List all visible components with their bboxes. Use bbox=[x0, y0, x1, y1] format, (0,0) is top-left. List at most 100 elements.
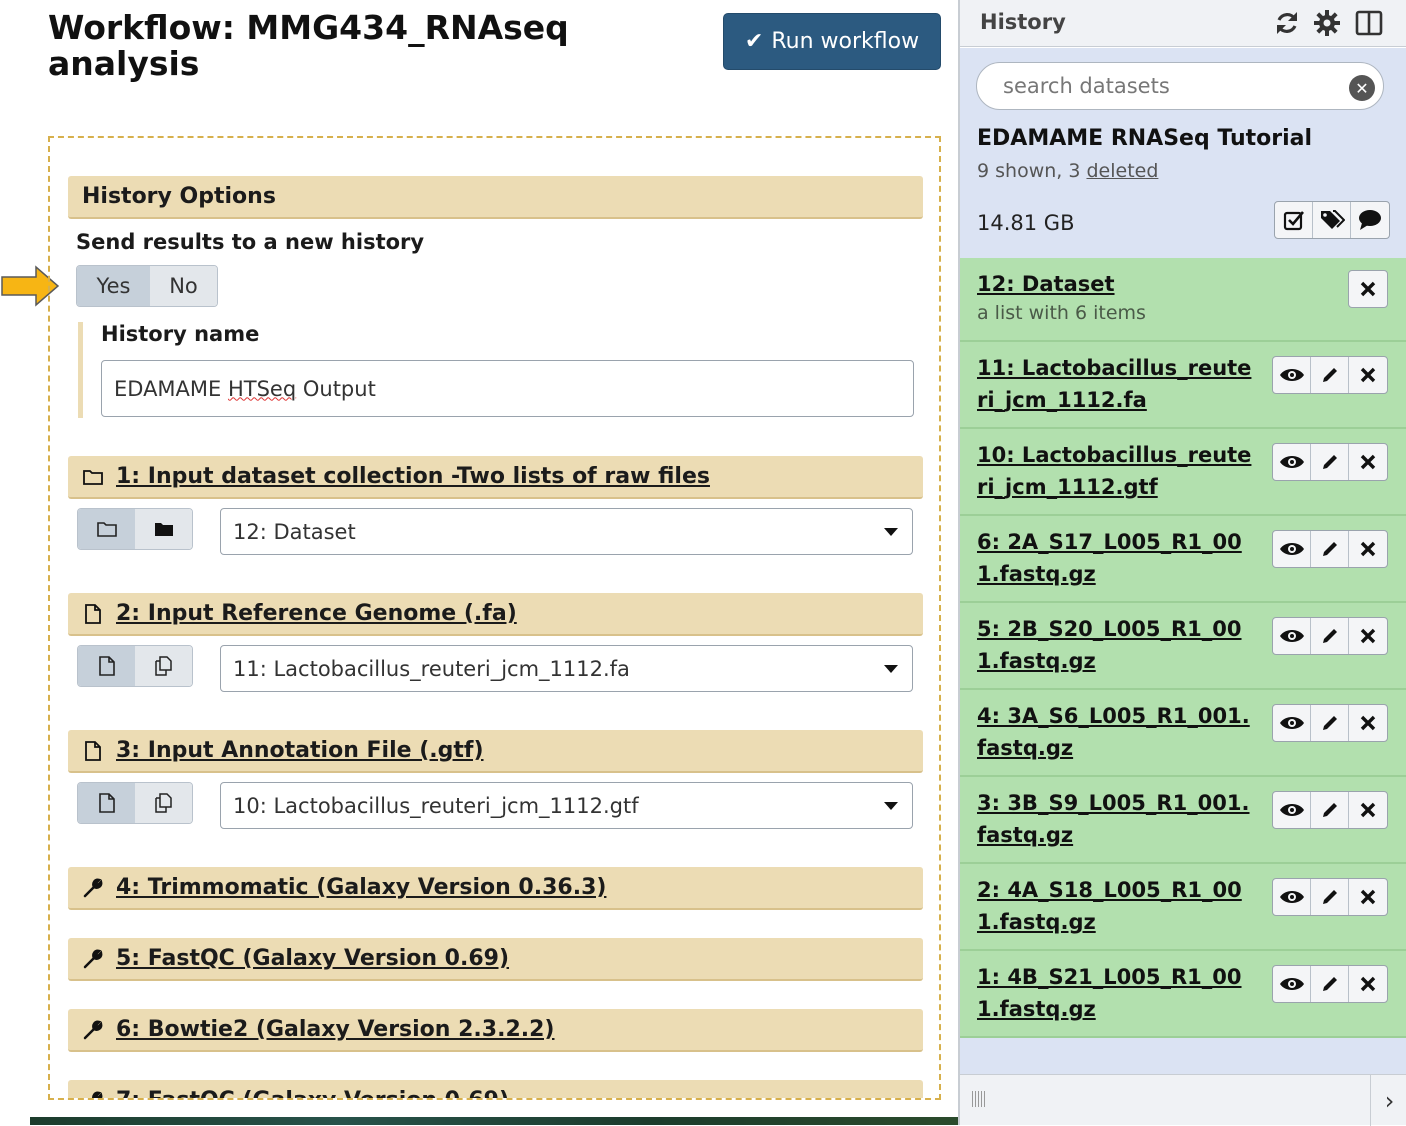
history-name-label: History name bbox=[101, 322, 260, 346]
multiple-datasets-option[interactable] bbox=[135, 646, 192, 686]
history-options-title: History Options bbox=[82, 184, 276, 209]
delete-icon[interactable] bbox=[1349, 271, 1387, 307]
step-3-input-type-toggle[interactable] bbox=[77, 782, 193, 824]
step-1-title[interactable]: 1: Input dataset collection -Two lists o… bbox=[116, 464, 710, 489]
pencil-icon[interactable] bbox=[1311, 618, 1349, 654]
step-7-header[interactable]: 7: FastQC (Galaxy Version 0.69) bbox=[68, 1080, 923, 1098]
step-2-select[interactable]: 11: Lactobacillus_reuteri_jcm_1112.fa bbox=[220, 645, 913, 692]
dataset-item[interactable]: 11: Lactobacillus_reuteri_jcm_1112.fa bbox=[960, 342, 1406, 429]
dataset-item[interactable]: 5: 2B_S20_L005_R1_001.fastq.gz bbox=[960, 603, 1406, 690]
history-name[interactable]: EDAMAME RNASeq Tutorial bbox=[977, 126, 1312, 151]
dataset-item[interactable]: 6: 2A_S17_L005_R1_001.fastq.gz bbox=[960, 516, 1406, 603]
file-outline-icon bbox=[98, 793, 115, 813]
chevron-down-icon bbox=[884, 527, 898, 536]
single-dataset-option[interactable] bbox=[78, 646, 135, 686]
step-1-input-type-toggle[interactable] bbox=[77, 508, 193, 550]
step-4-title[interactable]: 4: Trimmomatic (Galaxy Version 0.36.3) bbox=[116, 875, 606, 900]
pencil-icon[interactable] bbox=[1311, 705, 1349, 741]
dataset-title[interactable]: 5: 2B_S20_L005_R1_001.fastq.gz bbox=[977, 613, 1257, 677]
eye-icon[interactable] bbox=[1273, 879, 1311, 915]
eye-icon[interactable] bbox=[1273, 531, 1311, 567]
single-dataset-option[interactable] bbox=[78, 509, 135, 549]
pencil-icon[interactable] bbox=[1311, 879, 1349, 915]
dataset-subtitle: a list with 6 items bbox=[977, 302, 1146, 324]
dataset-actions bbox=[1272, 791, 1388, 829]
pencil-icon[interactable] bbox=[1311, 792, 1349, 828]
delete-icon[interactable] bbox=[1349, 966, 1387, 1002]
dataset-title[interactable]: 11: Lactobacillus_reuteri_jcm_1112.fa bbox=[977, 352, 1257, 416]
pencil-icon[interactable] bbox=[1311, 357, 1349, 393]
dataset-item[interactable]: 12: Dataset a list with 6 items bbox=[960, 258, 1406, 342]
file-icon bbox=[85, 603, 101, 624]
dataset-item[interactable]: 4: 3A_S6_L005_R1_001.fastq.gz bbox=[960, 690, 1406, 777]
dataset-title[interactable]: 4: 3A_S6_L005_R1_001.fastq.gz bbox=[977, 700, 1257, 764]
step-6-title[interactable]: 6: Bowtie2 (Galaxy Version 2.3.2.2) bbox=[116, 1017, 554, 1042]
folder-icon bbox=[83, 469, 103, 485]
dataset-title[interactable]: 1: 4B_S21_L005_R1_001.fastq.gz bbox=[977, 961, 1257, 1025]
tags-icon[interactable] bbox=[1313, 202, 1351, 238]
eye-icon[interactable] bbox=[1273, 444, 1311, 480]
pencil-icon[interactable] bbox=[1311, 444, 1349, 480]
step-3-header[interactable]: 3: Input Annotation File (.gtf) bbox=[68, 730, 923, 773]
annotation-icon[interactable] bbox=[1351, 202, 1389, 238]
history-name-text-3: Output bbox=[296, 376, 376, 401]
dataset-title[interactable]: 12: Dataset bbox=[977, 268, 1257, 300]
dataset-title[interactable]: 2: 4A_S18_L005_R1_001.fastq.gz bbox=[977, 874, 1257, 938]
dataset-item[interactable]: 2: 4A_S18_L005_R1_001.fastq.gz bbox=[960, 864, 1406, 951]
delete-icon[interactable] bbox=[1349, 618, 1387, 654]
history-footer: › bbox=[960, 1074, 1406, 1126]
gear-icon[interactable] bbox=[1312, 8, 1342, 38]
step-4-header[interactable]: 4: Trimmomatic (Galaxy Version 0.36.3) bbox=[68, 867, 923, 910]
deleted-link[interactable]: deleted bbox=[1086, 160, 1158, 182]
clear-search-icon[interactable]: ✕ bbox=[1349, 75, 1375, 101]
eye-icon[interactable] bbox=[1273, 357, 1311, 393]
dataset-item[interactable]: 3: 3B_S9_L005_R1_001.fastq.gz bbox=[960, 777, 1406, 864]
single-dataset-option[interactable] bbox=[78, 783, 135, 823]
run-workflow-button[interactable]: ✔ Run workflow bbox=[723, 13, 941, 70]
delete-icon[interactable] bbox=[1349, 879, 1387, 915]
dataset-item[interactable]: 1: 4B_S21_L005_R1_001.fastq.gz bbox=[960, 951, 1406, 1038]
eye-icon[interactable] bbox=[1273, 966, 1311, 1002]
step-6-header[interactable]: 6: Bowtie2 (Galaxy Version 2.3.2.2) bbox=[68, 1009, 923, 1052]
search-datasets-input[interactable]: search datasets ✕ bbox=[976, 62, 1384, 110]
delete-icon[interactable] bbox=[1349, 444, 1387, 480]
history-options-header: History Options bbox=[68, 176, 923, 219]
new-history-toggle[interactable]: Yes No bbox=[76, 265, 218, 307]
chevron-right-icon[interactable]: › bbox=[1370, 1075, 1406, 1126]
step-1-header[interactable]: 1: Input dataset collection -Two lists o… bbox=[68, 456, 923, 499]
drag-handle-icon[interactable] bbox=[972, 1091, 986, 1107]
pencil-icon[interactable] bbox=[1311, 966, 1349, 1002]
step-3-title[interactable]: 3: Input Annotation File (.gtf) bbox=[116, 738, 484, 763]
step-7-title[interactable]: 7: FastQC (Galaxy Version 0.69) bbox=[116, 1088, 509, 1098]
step-2-header[interactable]: 2: Input Reference Genome (.fa) bbox=[68, 593, 923, 636]
dataset-title[interactable]: 3: 3B_S9_L005_R1_001.fastq.gz bbox=[977, 787, 1257, 851]
refresh-icon[interactable] bbox=[1272, 8, 1302, 38]
eye-icon[interactable] bbox=[1273, 705, 1311, 741]
step-3-select[interactable]: 10: Lactobacillus_reuteri_jcm_1112.gtf bbox=[220, 782, 913, 829]
step-2-input-type-toggle[interactable] bbox=[77, 645, 193, 687]
pencil-icon[interactable] bbox=[1311, 531, 1349, 567]
dataset-item[interactable]: 10: Lactobacillus_reuteri_jcm_1112.gtf bbox=[960, 429, 1406, 516]
history-tools bbox=[1274, 201, 1390, 239]
multiple-datasets-option[interactable] bbox=[135, 783, 192, 823]
no-option[interactable]: No bbox=[150, 266, 217, 306]
delete-icon[interactable] bbox=[1349, 357, 1387, 393]
dataset-title[interactable]: 10: Lactobacillus_reuteri_jcm_1112.gtf bbox=[977, 439, 1257, 503]
collection-option[interactable] bbox=[135, 509, 192, 549]
yes-option[interactable]: Yes bbox=[77, 266, 150, 306]
delete-icon[interactable] bbox=[1349, 531, 1387, 567]
step-5-header[interactable]: 5: FastQC (Galaxy Version 0.69) bbox=[68, 938, 923, 981]
history-name-input[interactable]: EDAMAME HTSeq Output bbox=[101, 360, 914, 417]
chevron-down-icon bbox=[884, 664, 898, 673]
step-5-title[interactable]: 5: FastQC (Galaxy Version 0.69) bbox=[116, 946, 509, 971]
dataset-title[interactable]: 6: 2A_S17_L005_R1_001.fastq.gz bbox=[977, 526, 1257, 590]
select-items-icon[interactable] bbox=[1275, 202, 1313, 238]
delete-icon[interactable] bbox=[1349, 705, 1387, 741]
step-2-title[interactable]: 2: Input Reference Genome (.fa) bbox=[116, 601, 517, 626]
columns-icon[interactable] bbox=[1354, 8, 1384, 38]
eye-icon[interactable] bbox=[1273, 618, 1311, 654]
file-outline-icon bbox=[98, 656, 115, 676]
eye-icon[interactable] bbox=[1273, 792, 1311, 828]
delete-icon[interactable] bbox=[1349, 792, 1387, 828]
step-1-select[interactable]: 12: Dataset bbox=[220, 508, 913, 555]
